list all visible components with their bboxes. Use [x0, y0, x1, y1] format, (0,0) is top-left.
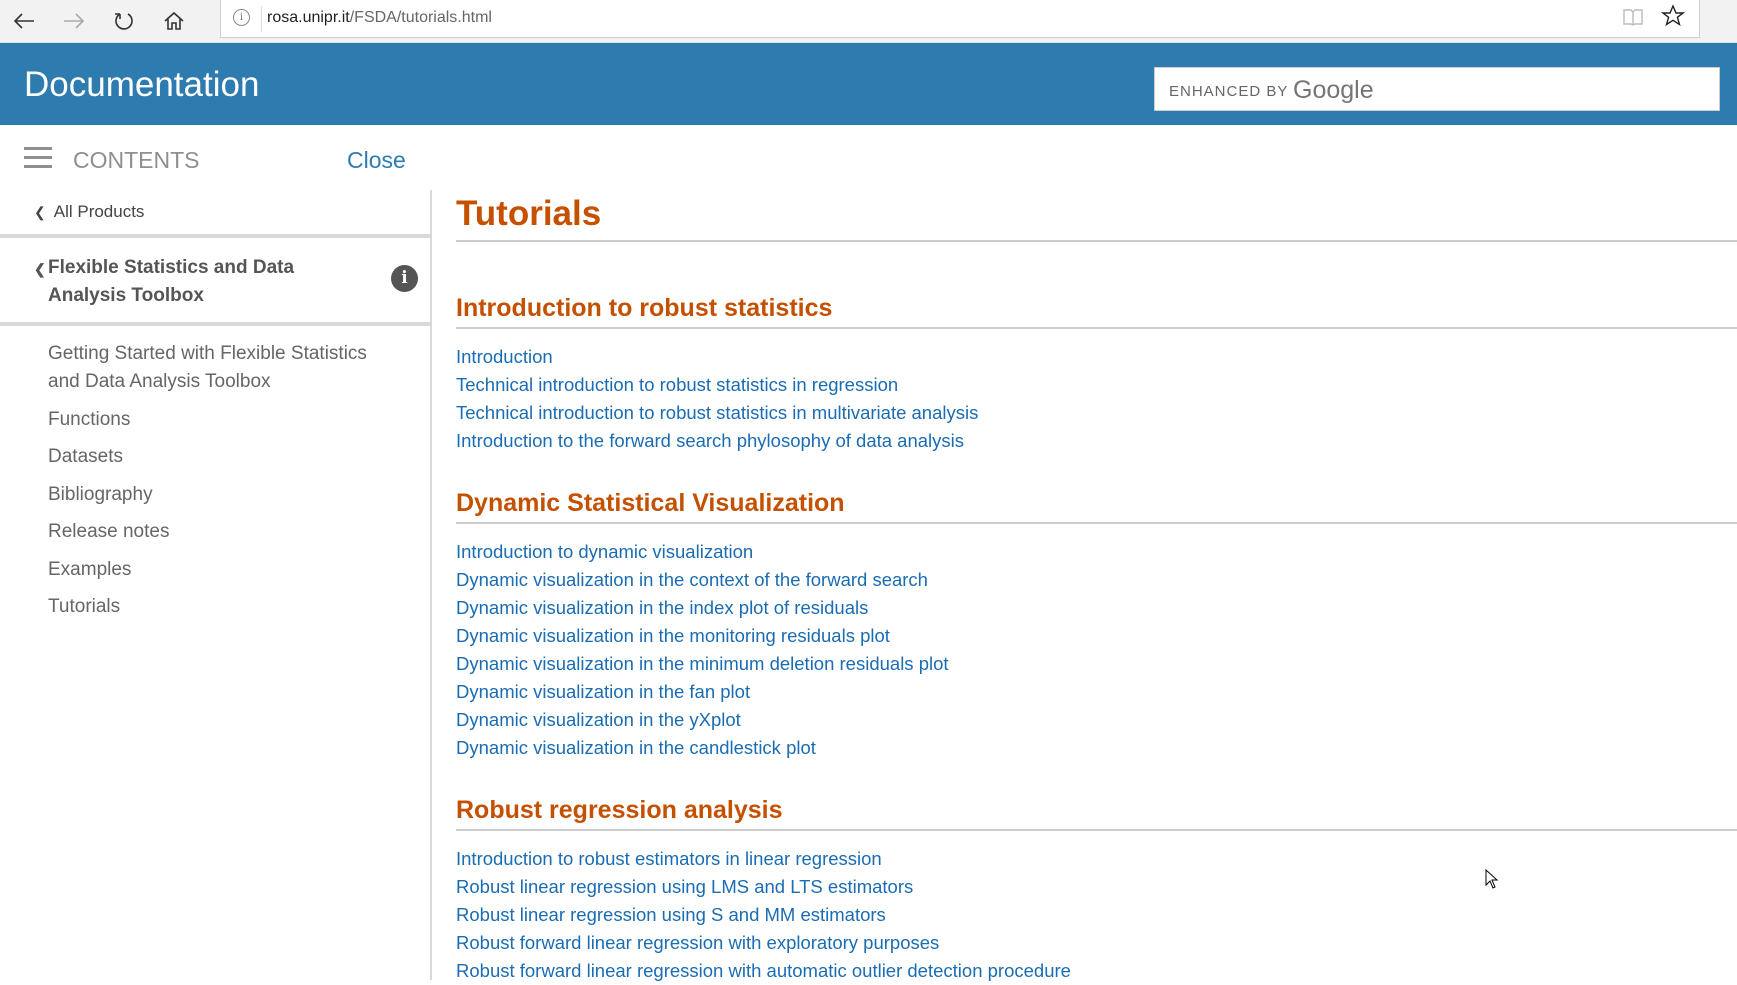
close-contents-link[interactable]: Close — [347, 147, 406, 174]
sidebar-item-examples[interactable]: Examples — [48, 556, 398, 584]
favorite-button[interactable] — [1660, 4, 1686, 35]
main-content: Tutorials Introduction to robust statist… — [456, 190, 1737, 985]
section-robust-regression: Robust regression analysis Introduction … — [456, 796, 1737, 985]
tutorial-link[interactable]: Introduction to dynamic visualization — [456, 538, 1737, 566]
reading-view-button[interactable] — [1623, 8, 1643, 26]
section-heading: Dynamic Statistical Visualization — [456, 489, 1737, 524]
all-products-link[interactable]: ❮ All Products — [34, 202, 144, 222]
search-input[interactable]: ENHANCED BY Google — [1154, 67, 1720, 111]
chevron-left-icon: ❮ — [34, 261, 46, 277]
browser-toolbar: i rosa.unipr.it/FSDA/tutorials.html — [0, 0, 1737, 43]
toolbox-link[interactable]: ❮ Flexible Statistics and Data Analysis T… — [34, 254, 364, 310]
site-title: Documentation — [24, 65, 260, 104]
mouse-cursor-icon — [1485, 869, 1499, 889]
google-logo: Google — [1293, 76, 1374, 104]
section-dynamic-visualization: Dynamic Statistical Visualization Introd… — [456, 489, 1737, 762]
refresh-icon — [115, 13, 133, 30]
chevron-left-icon: ❮ — [34, 204, 46, 220]
search-enhanced-label: ENHANCED BY — [1169, 83, 1289, 100]
tutorial-link[interactable]: Dynamic visualization in the index plot … — [456, 594, 1737, 622]
arrow-right-icon — [64, 13, 85, 29]
all-products-label: All Products — [53, 202, 145, 221]
home-icon — [164, 11, 184, 30]
refresh-button[interactable] — [104, 4, 144, 38]
tutorial-link[interactable]: Introduction — [456, 343, 1737, 371]
site-info-icon[interactable]: i — [233, 9, 250, 26]
sidebar-divider — [0, 234, 430, 238]
address-bar[interactable]: i rosa.unipr.it/FSDA/tutorials.html — [220, 0, 1700, 38]
tutorial-link[interactable]: Dynamic visualization in the monitoring … — [456, 622, 1737, 650]
tutorial-link[interactable]: Technical introduction to robust statist… — [456, 371, 1737, 399]
url-path: /FSDA/tutorials.html — [349, 9, 492, 26]
sidebar-item-release-notes[interactable]: Release notes — [48, 518, 398, 546]
tutorial-link[interactable]: Dynamic visualization in the fan plot — [456, 678, 1737, 706]
sidebar-divider — [0, 322, 430, 326]
home-button[interactable] — [154, 4, 194, 38]
section-heading: Robust regression analysis — [456, 796, 1737, 831]
tutorial-link[interactable]: Robust forward linear regression with ex… — [456, 929, 1737, 957]
favorite-star-icon — [1660, 4, 1686, 27]
url-text[interactable]: rosa.unipr.it/FSDA/tutorials.html — [267, 9, 492, 27]
sidebar-item-getting-started[interactable]: Getting Started with Flexible Statistics… — [48, 340, 398, 396]
info-icon[interactable]: i — [391, 265, 418, 292]
page-title: Tutorials — [456, 194, 1737, 242]
tutorial-link[interactable]: Dynamic visualization in the minimum del… — [456, 650, 1737, 678]
tutorial-link[interactable]: Introduction to the forward search phylo… — [456, 427, 1737, 455]
section-robust-statistics: Introduction to robust statistics Introd… — [456, 294, 1737, 455]
tutorial-link[interactable]: Robust linear regression using LMS and L… — [456, 873, 1737, 901]
tutorial-link[interactable]: Technical introduction to robust statist… — [456, 399, 1737, 427]
sidebar-nav: Getting Started with Flexible Statistics… — [48, 340, 398, 631]
sidebar-item-bibliography[interactable]: Bibliography — [48, 481, 398, 509]
sidebar-item-datasets[interactable]: Datasets — [48, 443, 398, 471]
section-heading: Introduction to robust statistics — [456, 294, 1737, 329]
site-header: Documentation ENHANCED BY Google — [0, 43, 1737, 125]
forward-button[interactable] — [54, 4, 94, 38]
contents-bar: CONTENTS Close — [0, 125, 430, 190]
sidebar-item-tutorials[interactable]: Tutorials — [48, 593, 398, 621]
url-host: rosa.unipr.it — [267, 9, 350, 26]
toolbox-title: Flexible Statistics and Data Analysis To… — [48, 257, 295, 306]
tutorial-link[interactable]: Dynamic visualization in the context of … — [456, 566, 1737, 594]
contents-label: CONTENTS — [73, 147, 200, 173]
reading-view-icon — [1623, 9, 1643, 26]
sidebar-item-functions[interactable]: Functions — [48, 406, 398, 434]
tutorial-link[interactable]: Robust linear regression using S and MM … — [456, 901, 1737, 929]
back-button[interactable] — [4, 4, 44, 38]
tutorial-link[interactable]: Dynamic visualization in the yXplot — [456, 706, 1737, 734]
tutorial-link[interactable]: Introduction to robust estimators in lin… — [456, 845, 1737, 873]
menu-icon[interactable] — [24, 147, 52, 169]
tutorial-link[interactable]: Robust forward linear regression with au… — [456, 957, 1737, 985]
address-divider — [261, 6, 262, 32]
arrow-left-icon — [13, 13, 34, 29]
tutorial-link[interactable]: Dynamic visualization in the candlestick… — [456, 734, 1737, 762]
